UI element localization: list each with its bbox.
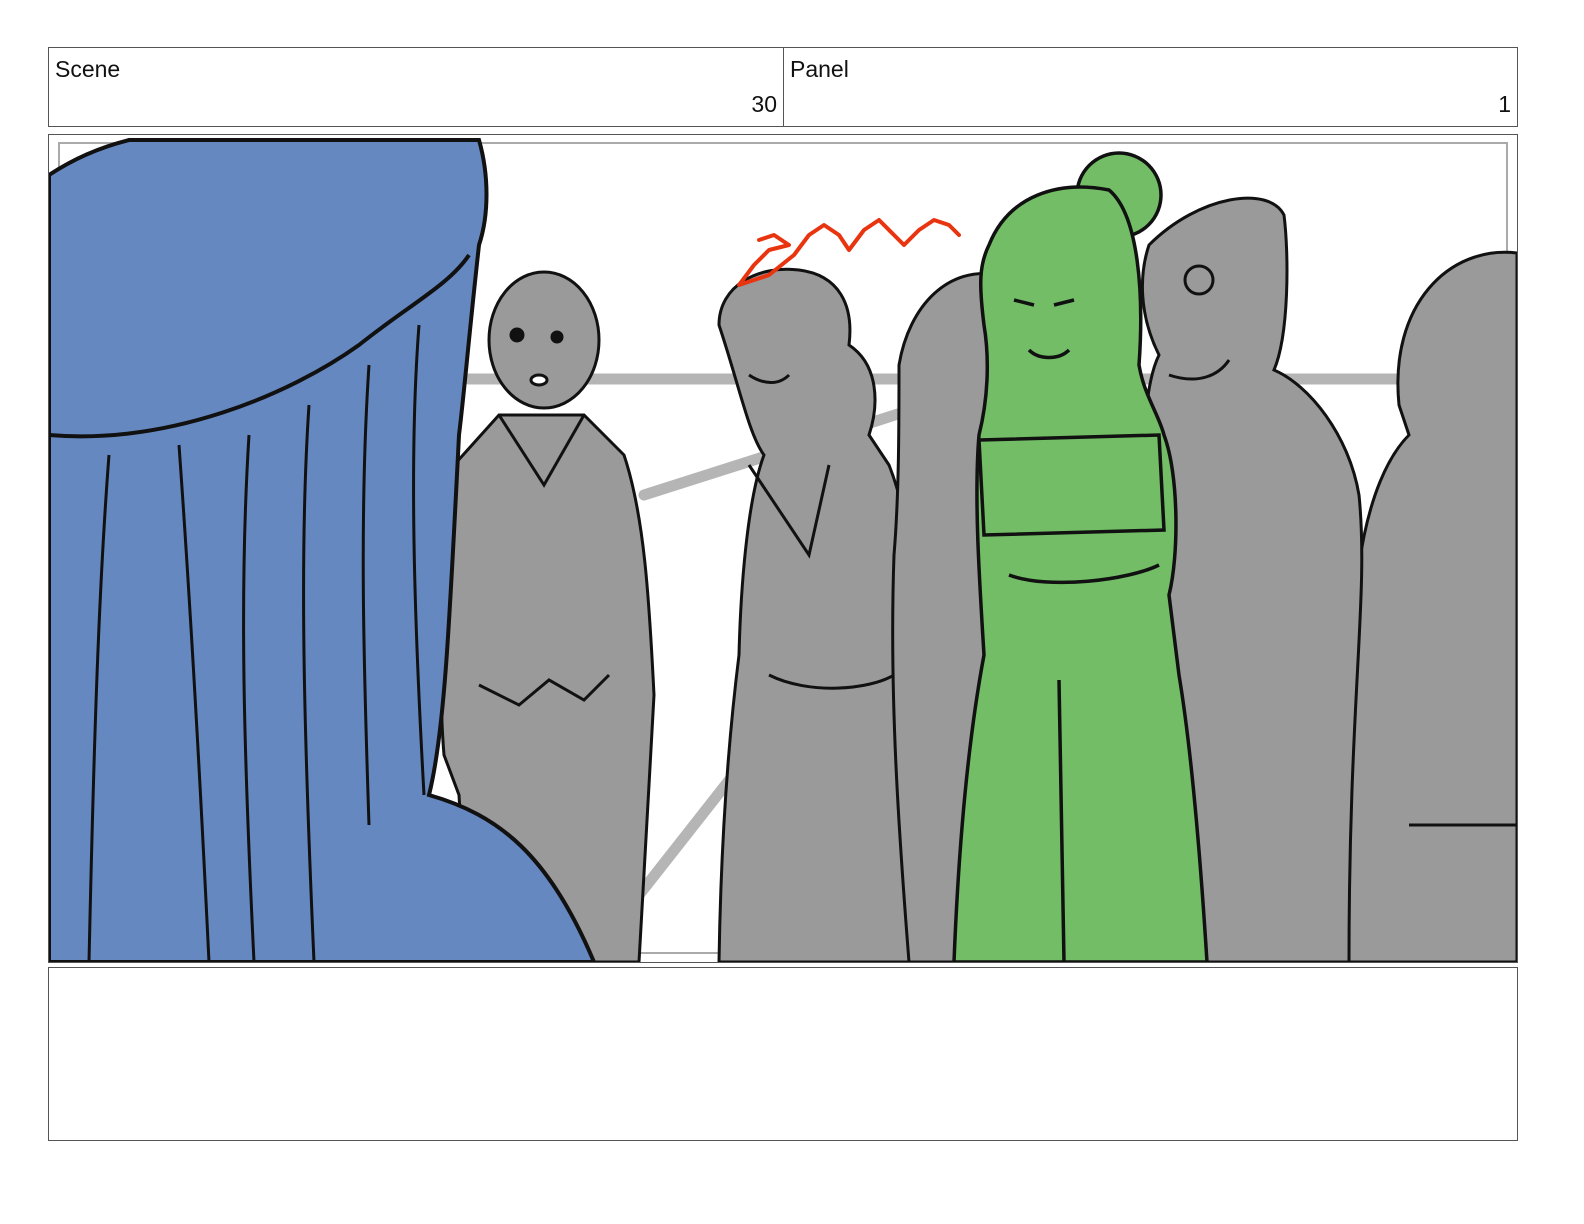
panel-cell: Panel 1 <box>784 48 1517 126</box>
crowd-figure-curly-woman <box>717 267 921 962</box>
storyboard-header: Scene 30 Panel 1 <box>48 47 1518 127</box>
panel-drawing <box>49 138 1517 962</box>
notes-box <box>48 967 1518 1141</box>
panel-number: 1 <box>1498 91 1511 117</box>
storyboard-frame <box>48 134 1518 963</box>
scene-cell: Scene 30 <box>49 48 784 126</box>
panel-label: Panel <box>790 56 849 82</box>
scene-number: 30 <box>751 91 777 117</box>
scene-label: Scene <box>55 56 121 82</box>
